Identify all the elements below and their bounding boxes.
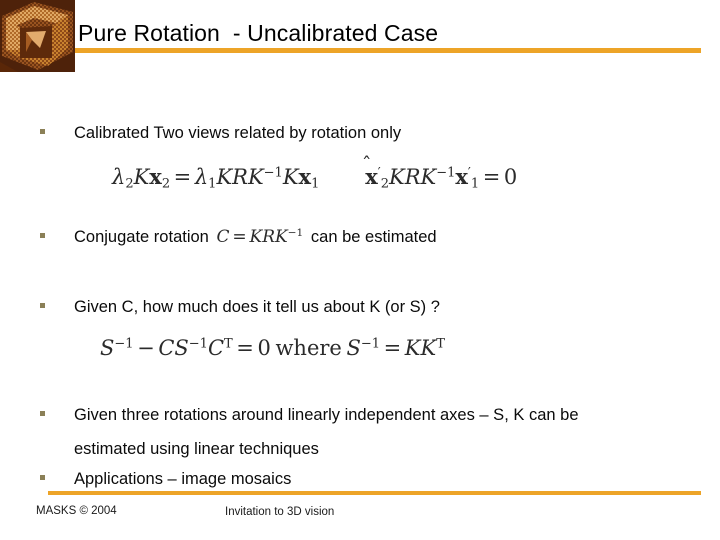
equation-epipolar-rotation: ̂x′2KRK−1x′1=0 (365, 164, 518, 192)
eq3-K-b: K (420, 336, 437, 360)
bullet-2-suffix: can be estimated (310, 228, 437, 246)
eq2-sub1: 1 (470, 176, 480, 192)
eq1-sub1b: 1 (311, 176, 320, 192)
eq1-x-a: x (149, 164, 162, 189)
eq2-exp: −1 (436, 165, 456, 181)
bullet-marker-icon (40, 129, 45, 134)
eq3-S-a: S (100, 336, 115, 360)
page-title: Pure Rotation - Uncalibrated Case (78, 20, 439, 46)
eq3-S-c: S (346, 336, 361, 360)
bullet-marker-icon (40, 233, 45, 238)
inline-equation-conjugate: C = KRK−1 (213, 227, 306, 247)
bullet-marker-icon (40, 303, 45, 308)
eq1-lambda1: λ (194, 165, 209, 189)
eq1-equals: = (173, 165, 192, 189)
eq1-K-b: K (216, 165, 233, 189)
eq3-equals-a: = (236, 336, 254, 360)
eq1-sub2b: 2 (161, 176, 171, 192)
eq2-x-b: x (455, 164, 468, 189)
eq3-T-a: T (224, 336, 233, 352)
eq3-minus: − (137, 336, 155, 360)
eqC-K-b: K (275, 227, 288, 247)
eq2-zero: 0 (503, 165, 518, 189)
footer-book-title: Invitation to 3D vision (225, 506, 335, 518)
equation-row-1: λ2Kx2=λ1KRK−1Kx1 ̂x′2KRK−1x′1=0 (112, 164, 518, 192)
bullet-item-2: Conjugate rotation C = KRK−1 can be estima… (40, 226, 437, 248)
bullet-text-4: Given three rotations around linearly in… (74, 406, 579, 458)
bullet-marker-icon (40, 475, 45, 480)
bullet-2-prefix: Conjugate rotation (74, 228, 209, 246)
title-divider (75, 48, 701, 53)
footer-copyright: MASKS © 2004 (36, 505, 117, 517)
bullet-text-5: Applications – image mosaics (74, 470, 292, 488)
eqC-R: R (262, 227, 276, 247)
eq2-K-a: K (388, 165, 405, 189)
eq2-equals: = (482, 165, 501, 189)
masks-cube-logo-icon (0, 0, 75, 72)
eqC-equals: = (232, 227, 247, 247)
bullet-item-1: Calibrated Two views related by rotation… (40, 122, 401, 144)
eq2-R: R (404, 165, 421, 189)
footer-divider (48, 491, 701, 495)
bullet-marker-icon (40, 411, 45, 416)
equation-kruppa: S−1− CS−1CT = 0 where S−1 = KKT (100, 336, 445, 360)
eq1-K-c: K (247, 165, 264, 189)
eq2-sub2: 2 (380, 176, 389, 192)
eq3-where: where (275, 336, 342, 360)
eq3-exp-b: −1 (188, 336, 208, 352)
eq1-K-a: K (133, 165, 150, 189)
bullet-text-1: Calibrated Two views related by rotation… (74, 124, 402, 142)
eq3-exp-a: −1 (114, 336, 134, 352)
eq1-R: R (232, 165, 248, 189)
equation-row-2: S−1− CS−1CT = 0 where S−1 = KKT (100, 336, 445, 361)
slide-canvas: { "slide": { "title": "Pure Rotation - U… (0, 0, 720, 540)
eq1-exp: −1 (263, 165, 283, 181)
eq3-equals-b: = (383, 336, 402, 360)
eq3-exp-c: −1 (360, 336, 381, 352)
eq1-x-b: x (298, 164, 312, 189)
eq1-lambda2: λ (112, 165, 126, 189)
eqC-K-a: K (249, 227, 263, 247)
bullet-item-4: Given three rotations around linearly in… (40, 398, 644, 466)
eq1-K-d: K (282, 165, 299, 189)
eq3-T-b: T (436, 336, 445, 352)
eq2-K-b: K (420, 165, 437, 189)
eq3-zero: 0 (257, 336, 271, 360)
eqC-C: C (216, 227, 230, 247)
eq3-S-b: S (174, 336, 189, 360)
eqC-exp: −1 (287, 226, 304, 239)
eq2-x-hat-group: ̂x (365, 164, 378, 189)
bullet-item-3: Given C, how much does it tell us about … (40, 296, 440, 318)
eq3-C-a: C (158, 336, 175, 360)
bullet-item-5: Applications – image mosaics (40, 468, 291, 490)
eq3-C-b: C (207, 336, 225, 360)
bullet-text-3: Given C, how much does it tell us about … (74, 298, 440, 316)
equation-lambda-K-x: λ2Kx2 = λ1KRK−1Kx1 (112, 164, 320, 192)
eq3-K-a: K (404, 336, 421, 360)
eq2-x: x (365, 164, 378, 189)
eq1-sub2: 2 (125, 176, 134, 192)
bullet-text-2: Conjugate rotation C = KRK−1 can be estima… (74, 226, 437, 248)
